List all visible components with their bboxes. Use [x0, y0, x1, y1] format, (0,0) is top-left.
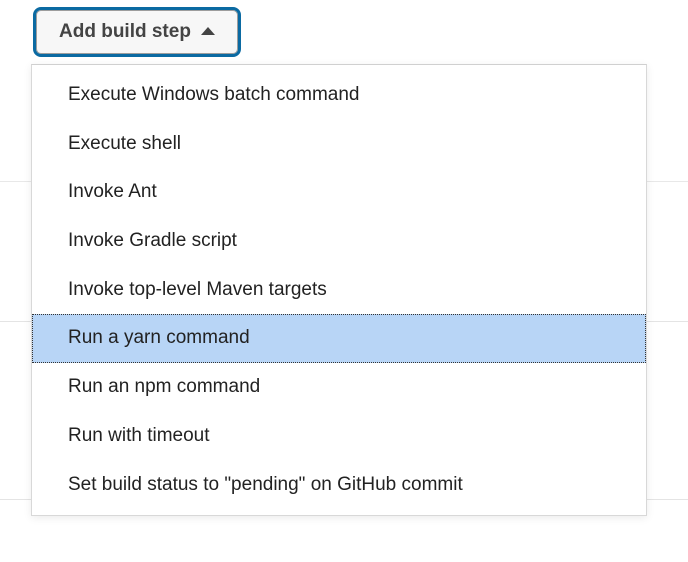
menu-item-invoke-gradle[interactable]: Invoke Gradle script — [32, 217, 646, 266]
caret-up-icon — [201, 27, 215, 35]
add-build-step-button[interactable]: Add build step — [36, 10, 238, 54]
menu-item-invoke-maven[interactable]: Invoke top-level Maven targets — [32, 266, 646, 315]
menu-item-invoke-ant[interactable]: Invoke Ant — [32, 168, 646, 217]
menu-item-run-yarn[interactable]: Run a yarn command — [32, 314, 646, 363]
build-step-dropdown-menu: Execute Windows batch command Execute sh… — [31, 64, 647, 516]
menu-item-execute-windows-batch[interactable]: Execute Windows batch command — [32, 71, 646, 120]
menu-item-set-build-status[interactable]: Set build status to "pending" on GitHub … — [32, 461, 646, 510]
add-build-step-label: Add build step — [59, 21, 191, 43]
menu-item-run-npm[interactable]: Run an npm command — [32, 363, 646, 412]
menu-item-execute-shell[interactable]: Execute shell — [32, 120, 646, 169]
menu-item-run-timeout[interactable]: Run with timeout — [32, 412, 646, 461]
